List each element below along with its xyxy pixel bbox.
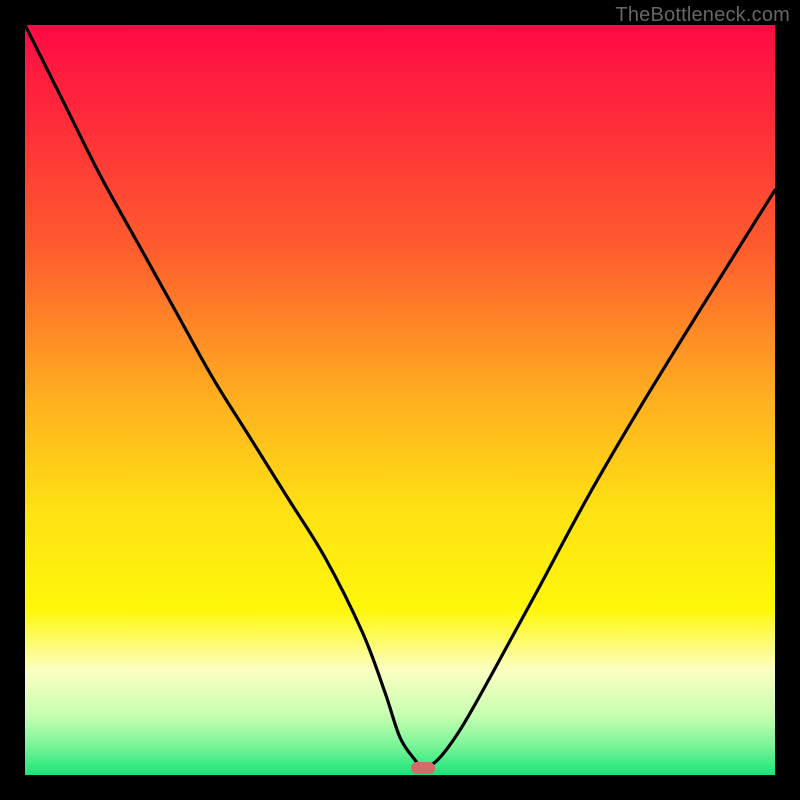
chart-stage: TheBottleneck.com (0, 0, 800, 800)
minimum-marker (411, 762, 435, 774)
gradient-background (25, 25, 775, 775)
chart-svg (25, 25, 775, 775)
attribution-label: TheBottleneck.com (615, 4, 790, 27)
plot-area (25, 25, 775, 775)
